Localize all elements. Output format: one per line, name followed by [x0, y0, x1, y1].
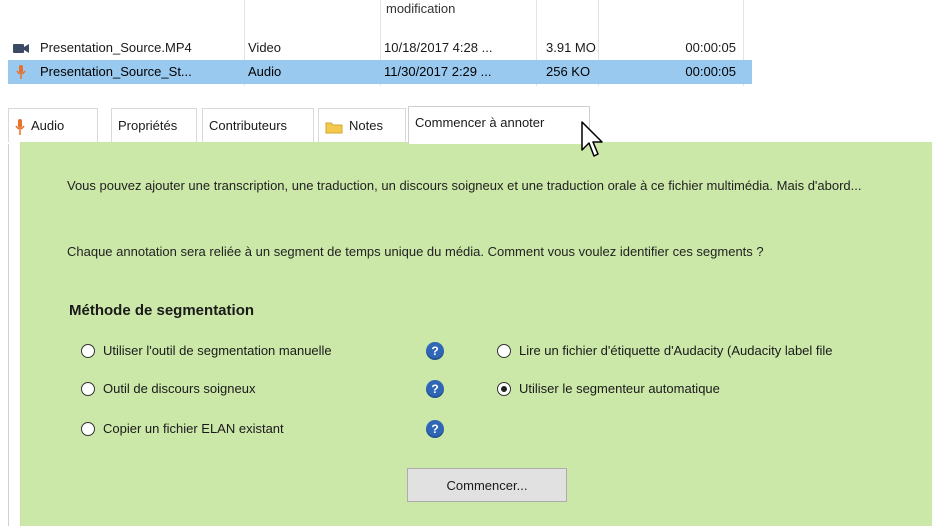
- tab-label: Propriétés: [118, 118, 178, 133]
- option-manual-segmentation[interactable]: Utiliser l'outil de segmentation manuell…: [81, 340, 332, 362]
- file-type: Audio: [248, 64, 282, 79]
- file-size: 256 KO: [546, 64, 591, 79]
- tab-label: Notes: [349, 118, 383, 133]
- mouse-cursor-icon: [581, 121, 603, 157]
- intro-text: Vous pouvez ajouter une transcription, u…: [67, 178, 862, 193]
- microphone-icon: [16, 65, 26, 79]
- tab-label: Commencer à annoter: [415, 115, 545, 130]
- file-duration: 00:00:05: [685, 40, 736, 55]
- option-copy-elan[interactable]: Copier un fichier ELAN existant: [81, 418, 284, 440]
- start-button[interactable]: Commencer...: [407, 468, 567, 502]
- help-icon[interactable]: ?: [426, 380, 444, 398]
- tab-contributeurs[interactable]: Contributeurs: [202, 108, 314, 142]
- tab-notes[interactable]: Notes: [318, 108, 406, 142]
- tab-commencer-a-annoter[interactable]: Commencer à annoter: [408, 106, 590, 144]
- table-row[interactable]: Presentation_Source_St... Audio 11/30/20…: [8, 60, 752, 84]
- option-label: Lire un fichier d'étiquette d'Audacity (…: [519, 343, 833, 358]
- panel-border: [8, 144, 9, 526]
- file-date: 10/18/2017 4:28 ...: [384, 40, 493, 55]
- option-label: Utiliser l'outil de segmentation manuell…: [103, 343, 332, 358]
- file-type: Video: [248, 40, 282, 55]
- file-size: 3.91 MO: [546, 40, 596, 55]
- option-careful-speech[interactable]: Outil de discours soigneux: [81, 378, 255, 400]
- radio-button[interactable]: [81, 421, 95, 436]
- tab-label: Audio: [31, 118, 65, 133]
- radio-button[interactable]: [81, 343, 95, 358]
- file-table: modification Presentation_Source.MP4 Vid…: [8, 0, 752, 86]
- radio-button[interactable]: [81, 381, 95, 396]
- file-name: Presentation_Source_St...: [40, 64, 192, 79]
- tab-audio[interactable]: Audio: [8, 108, 98, 142]
- option-auto-segmenter[interactable]: Utiliser le segmenteur automatique: [497, 378, 720, 400]
- radio-button-selected[interactable]: [497, 381, 511, 396]
- option-label: Outil de discours soigneux: [103, 381, 256, 396]
- tab-label: Contributeurs: [209, 118, 288, 133]
- option-audacity-label-file[interactable]: Lire un fichier d'étiquette d'Audacity (…: [497, 340, 932, 362]
- column-header-date[interactable]: modification: [386, 0, 455, 22]
- option-label: Utiliser le segmenteur automatique: [519, 381, 720, 396]
- folder-icon: [325, 122, 343, 134]
- question-text: Chaque annotation sera reliée à un segme…: [67, 244, 764, 259]
- file-duration: 00:00:05: [685, 64, 736, 79]
- option-label: Copier un fichier ELAN existant: [103, 421, 284, 436]
- segmentation-method-title: Méthode de segmentation: [69, 302, 255, 319]
- radio-button[interactable]: [497, 343, 511, 358]
- tab-bar: Audio Propriétés Contributeurs Notes Com…: [8, 106, 932, 144]
- file-date: 11/30/2017 2:29 ...: [384, 64, 492, 79]
- annotation-panel: Vous pouvez ajouter une transcription, u…: [20, 142, 932, 526]
- file-name: Presentation_Source.MP4: [40, 40, 192, 55]
- tab-proprietes[interactable]: Propriétés: [111, 108, 197, 142]
- help-icon[interactable]: ?: [426, 420, 444, 438]
- microphone-icon: [15, 118, 25, 135]
- video-camera-icon: [13, 44, 29, 53]
- help-icon[interactable]: ?: [426, 342, 444, 360]
- table-row[interactable]: Presentation_Source.MP4 Video 10/18/2017…: [8, 36, 752, 60]
